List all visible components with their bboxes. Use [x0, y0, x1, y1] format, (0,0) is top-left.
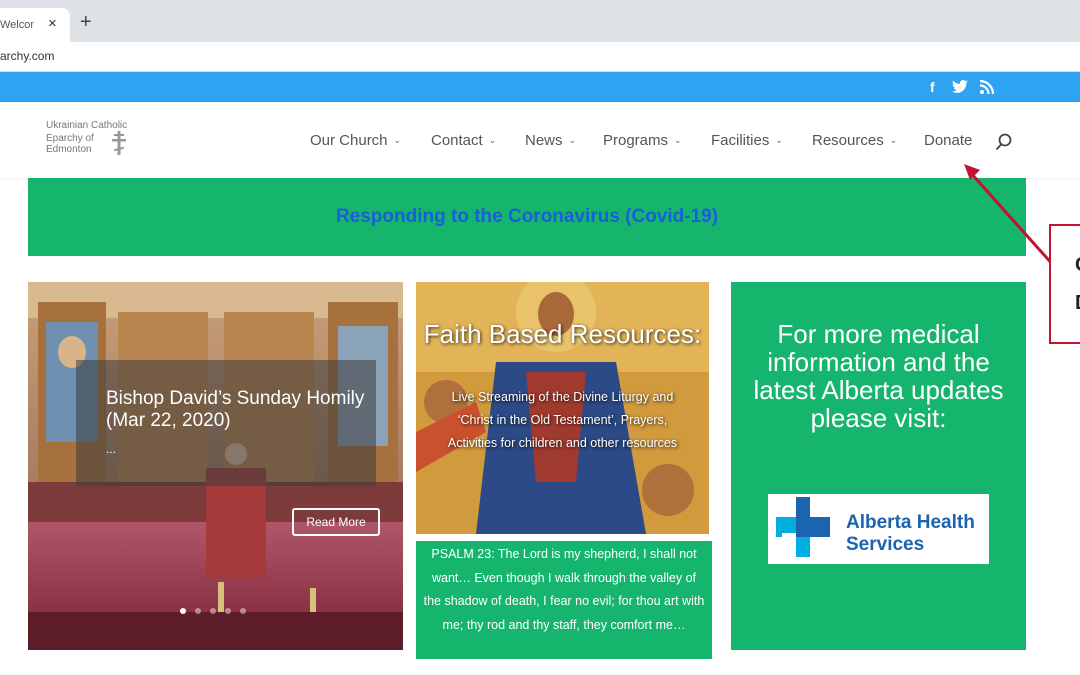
nav-item-programs[interactable]: Programs ⌄	[603, 132, 682, 149]
read-more-button[interactable]: Read More	[292, 508, 380, 536]
search-icon[interactable]	[994, 132, 1014, 152]
faith-resources-card[interactable]: Faith Based Resources: Live Streaming of…	[416, 282, 709, 534]
slider-dot[interactable]	[240, 608, 246, 614]
nav-item-contact[interactable]: Contact ⌄	[431, 132, 496, 149]
nav-label: Donate	[924, 132, 973, 149]
top-bar: f	[0, 72, 1080, 102]
covid-link[interactable]: Responding to the Coronavirus (Covid-19)	[336, 206, 718, 228]
address-bar[interactable]: archy.com	[0, 42, 1080, 72]
callout-line-1: C	[1075, 254, 1080, 277]
slide-title[interactable]: Bishop David’s Sunday Homily (Mar 22, 20…	[106, 388, 366, 432]
slider-dot[interactable]	[180, 608, 186, 614]
nav-label: Resources	[812, 132, 884, 149]
slider-dot[interactable]	[210, 608, 216, 614]
annotation-arrow	[964, 164, 1056, 267]
logo-line-3: Edmonton	[46, 144, 92, 155]
nav-label: Our Church	[310, 132, 388, 149]
browser-tab[interactable]: Welcome to ×	[0, 8, 70, 42]
chevron-down-icon: ⌄	[568, 135, 577, 145]
chevron-down-icon: ⌄	[674, 135, 682, 145]
tab-title: Welcome to	[0, 19, 34, 31]
facebook-icon[interactable]: f	[930, 79, 935, 95]
covid-banner: Responding to the Coronavirus (Covid-19)	[28, 178, 1026, 256]
logo-line-2: Eparchy of	[46, 133, 94, 144]
nav-label: Programs	[603, 132, 669, 149]
faith-card-title: Faith Based Resources:	[423, 319, 702, 349]
site-header: Ukrainian Catholic Eparchy of Edmonton O…	[0, 102, 1080, 178]
ahs-name-line-2: Services	[846, 534, 925, 555]
nav-item-our-church[interactable]: Our Church ⌄	[310, 132, 401, 149]
callout-line-2: D	[1075, 292, 1080, 315]
slider-dot[interactable]	[195, 608, 201, 614]
alberta-health-services-logo[interactable]: Alberta Health Services	[768, 494, 989, 564]
nav-item-news[interactable]: News ⌄	[525, 132, 576, 149]
nav-label: Contact	[431, 132, 483, 149]
faith-card-description: Live Streaming of the Divine Liturgy and…	[447, 390, 678, 450]
psalm-box: PSALM 23: The Lord is my shepherd, I sha…	[416, 541, 712, 659]
slide-excerpt: ...	[106, 442, 117, 456]
medical-info-text: For more medical information and the lat…	[753, 319, 1004, 433]
nav-item-resources[interactable]: Resources ⌄	[812, 132, 897, 149]
slider-dot[interactable]	[225, 608, 231, 614]
new-tab-icon[interactable]: +	[80, 12, 92, 32]
nav-label: News	[525, 132, 563, 149]
chevron-down-icon: ⌄	[775, 135, 783, 145]
tab-close-icon[interactable]: ×	[48, 15, 57, 33]
chevron-down-icon: ⌄	[488, 135, 497, 145]
chevron-down-icon: ⌄	[889, 135, 898, 145]
url-text: archy.com	[0, 49, 55, 63]
twitter-icon[interactable]	[952, 80, 968, 94]
browser-tab-bar: Welcome to × +	[0, 0, 1080, 42]
slider-dots	[180, 608, 246, 614]
site-logo[interactable]: Ukrainian Catholic Eparchy of Edmonton	[46, 120, 146, 162]
nav-item-facilities[interactable]: Facilities ⌄	[711, 132, 783, 149]
nav-item-donate[interactable]: Donate	[924, 132, 972, 149]
cross-icon	[112, 131, 126, 155]
homily-slider[interactable]: Bishop David’s Sunday Homily (Mar 22, 20…	[28, 282, 403, 650]
ahs-cross-icon	[776, 497, 830, 557]
nav-label: Facilities	[711, 132, 770, 149]
rss-icon[interactable]	[980, 80, 994, 94]
annotation-callout: C D	[1049, 224, 1080, 344]
ahs-name-line-1: Alberta Health	[846, 512, 975, 533]
chevron-down-icon: ⌄	[393, 135, 402, 145]
medical-info-card: For more medical information and the lat…	[731, 282, 1026, 650]
